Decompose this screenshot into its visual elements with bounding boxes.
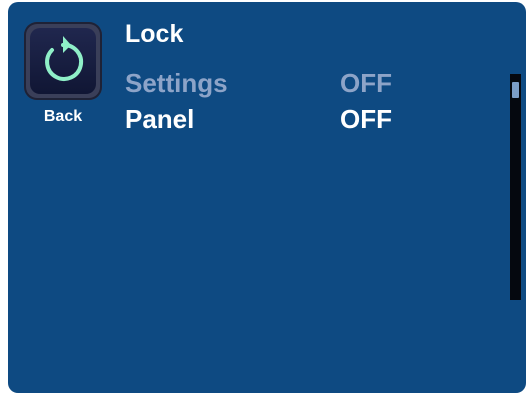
lock-screen: Back Lock Settings OFF Panel OFF [8,2,526,393]
scrollbar[interactable] [510,74,521,300]
back-tile [24,22,102,100]
menu-item-value: OFF [340,104,392,134]
back-label: Back [43,108,83,125]
menu-item-settings[interactable]: Settings OFF [125,68,505,100]
menu-item-panel[interactable]: Panel OFF [125,104,505,136]
menu-item-label: Settings [125,68,228,98]
scroll-thumb[interactable] [512,82,519,98]
menu-item-value: OFF [340,68,392,98]
page-title: Lock [125,20,184,48]
back-arrow-icon [45,36,84,81]
menu-item-label: Panel [125,104,195,134]
back-button[interactable]: Back [24,22,102,130]
